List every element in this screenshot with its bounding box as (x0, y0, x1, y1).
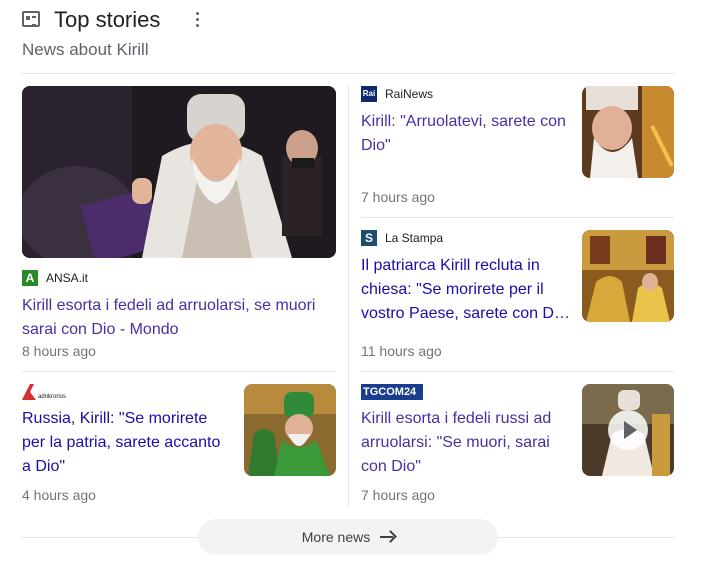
adnkronos-meta: adnkronos (22, 384, 88, 400)
adnkronos-logo: adnkronos (22, 384, 80, 400)
story-headline-tgcom24[interactable]: Kirill esorta i fedeli russi ad arruolar… (361, 407, 571, 479)
tgcom24-meta: TGCOM24 (361, 384, 431, 400)
ansa-meta: A ANSA.it (22, 270, 336, 286)
story-source: RaiNews (385, 87, 434, 101)
more-options-icon[interactable] (194, 12, 200, 28)
lastampa-thumbnail[interactable] (582, 230, 674, 322)
story-source: La Stampa (385, 231, 444, 245)
svg-text:adnkronos: adnkronos (38, 394, 66, 400)
top-divider (22, 73, 674, 74)
ansa-logo: A (22, 270, 38, 286)
rainews-logo: Rai (361, 86, 377, 102)
right-row-divider-1 (361, 217, 674, 218)
section-title: Top stories (54, 7, 161, 32)
lastampa-meta: S La Stampa (361, 230, 443, 246)
story-headline-rainews[interactable]: Kirill: "Arruolatevi, sarete con Dio" (361, 110, 567, 158)
story-headline-lastampa[interactable]: Il patriarca Kirill recluta in chiesa: "… (361, 254, 571, 326)
kirill-green-thumbnail (244, 384, 336, 476)
right-row-divider-2 (361, 371, 674, 372)
section-subtitle: News about Kirill (22, 40, 149, 59)
church-thumbnail (582, 230, 674, 322)
tgcom24-video-thumbnail[interactable] (582, 384, 674, 476)
more-news-button[interactable]: More news (198, 519, 498, 555)
left-row-divider (22, 371, 336, 372)
top-stories-header: Top stories (22, 8, 674, 34)
story-headline-adnkronos[interactable]: Russia, Kirill: "Se morirete per la patr… (22, 407, 232, 479)
arrow-right-icon (380, 530, 394, 544)
adnkronos-thumbnail[interactable] (244, 384, 336, 476)
kirill-thumbnail (582, 86, 674, 178)
newspaper-icon (22, 11, 40, 27)
rainews-thumbnail[interactable] (582, 86, 674, 178)
lastampa-logo: S (361, 230, 377, 246)
more-news-label: More news (301, 529, 371, 545)
tgcom24-logo: TGCOM24 (361, 384, 423, 400)
story-time-adnkronos: 4 hours ago (22, 487, 96, 503)
story-source: ANSA.it (46, 271, 89, 285)
kirill-photo (22, 86, 336, 258)
play-icon[interactable] (608, 410, 648, 450)
story-time-rainews: 7 hours ago (361, 189, 435, 205)
story-time-lastampa: 11 hours ago (361, 343, 442, 359)
column-divider (348, 86, 349, 506)
story-time-tgcom24: 7 hours ago (361, 487, 435, 503)
story-headline-ansa[interactable]: Kirill esorta i fedeli ad arruolarsi, se… (22, 294, 336, 342)
story-image-kirill[interactable] (22, 86, 336, 258)
rainews-meta: Rai RaiNews (361, 86, 433, 102)
story-time-ansa: 8 hours ago (22, 343, 96, 359)
